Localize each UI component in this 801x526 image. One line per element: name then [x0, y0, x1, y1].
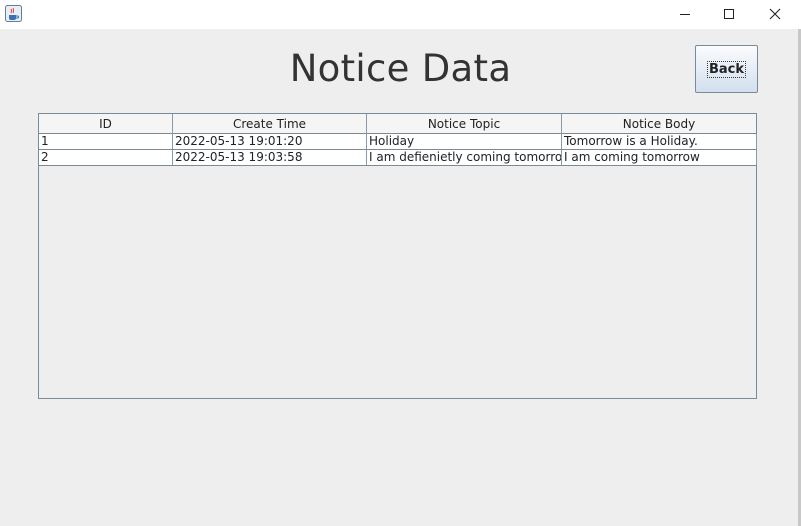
column-header-id[interactable]: ID — [39, 114, 173, 134]
notice-table[interactable]: ID Create Time Notice Topic Notice Body … — [38, 113, 757, 399]
column-header-notice-body[interactable]: Notice Body — [562, 114, 756, 134]
minimize-button[interactable] — [662, 0, 708, 29]
close-icon — [769, 5, 781, 24]
cell-notice-body[interactable]: I am coming tomorrow — [562, 150, 757, 165]
table-body: 1 2022-05-13 19:01:20 Holiday Tomorrow i… — [39, 134, 757, 166]
cell-notice-topic[interactable]: Holiday — [367, 134, 562, 149]
cell-id[interactable]: 1 — [39, 134, 173, 149]
minimize-icon — [679, 5, 691, 24]
column-header-notice-topic[interactable]: Notice Topic — [367, 114, 562, 134]
back-button[interactable]: Back — [695, 45, 758, 93]
table-row[interactable]: 2 2022-05-13 19:03:58 I am defienietly c… — [39, 150, 757, 166]
java-coffee-icon — [5, 5, 22, 22]
maximize-icon — [723, 5, 735, 24]
close-button[interactable] — [752, 0, 798, 29]
table-row[interactable]: 1 2022-05-13 19:01:20 Holiday Tomorrow i… — [39, 134, 757, 150]
table-header: ID Create Time Notice Topic Notice Body — [39, 114, 756, 134]
cell-id[interactable]: 2 — [39, 150, 173, 165]
cell-notice-body[interactable]: Tomorrow is a Holiday. — [562, 134, 757, 149]
column-header-create-time[interactable]: Create Time — [173, 114, 367, 134]
app-window: Notice Data Back ID Create Time Notice T… — [0, 0, 801, 526]
maximize-button[interactable] — [706, 0, 752, 29]
title-bar[interactable] — [0, 0, 801, 29]
cell-notice-topic[interactable]: I am defienietly coming tomorrow — [367, 150, 562, 165]
back-button-label: Back — [706, 60, 747, 78]
page-title: Notice Data — [289, 47, 512, 90]
cell-create-time[interactable]: 2022-05-13 19:03:58 — [173, 150, 367, 165]
cell-create-time[interactable]: 2022-05-13 19:01:20 — [173, 134, 367, 149]
